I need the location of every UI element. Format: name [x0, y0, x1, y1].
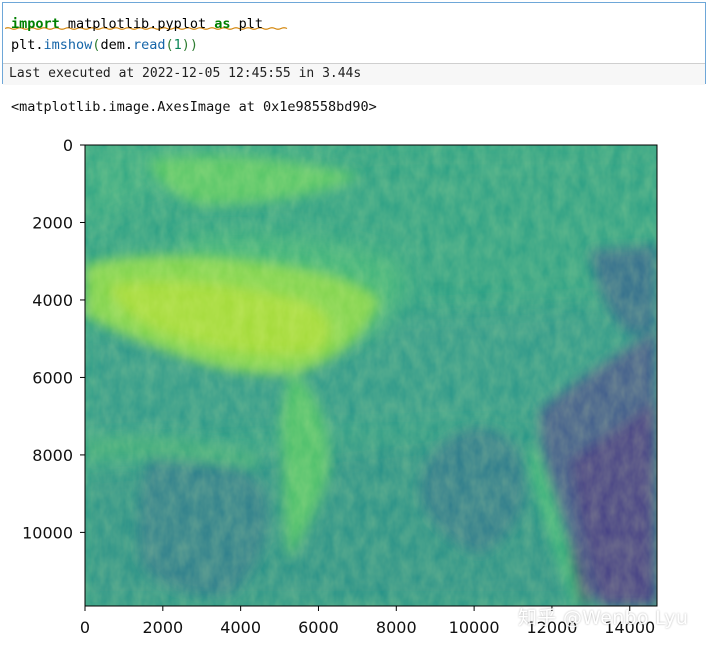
y-tick-label: 10000 — [22, 523, 73, 542]
y-tick-label: 4000 — [32, 291, 73, 310]
x-tick-label: 6000 — [298, 618, 339, 637]
x-tick-label: 2000 — [142, 618, 183, 637]
y-axis: 0 2000 4000 6000 8000 10000 — [22, 136, 85, 542]
y-tick-label: 2000 — [32, 213, 73, 232]
x-tick-label: 8000 — [376, 618, 417, 637]
imshow-plot: 0 2000 4000 6000 8000 10000 12000 14000 0200040… — [22, 136, 658, 637]
watermark-text: 知乎 @Wenbo Lyu — [518, 607, 689, 629]
x-tick-label: 4000 — [220, 618, 261, 637]
y-tick-label: 0 — [63, 136, 73, 155]
y-tick-label: 6000 — [32, 368, 73, 387]
x-tick-label: 10000 — [449, 618, 500, 637]
y-tick-label: 8000 — [32, 446, 73, 465]
x-tick-label: 0 — [80, 618, 90, 637]
dem-image — [85, 145, 657, 606]
